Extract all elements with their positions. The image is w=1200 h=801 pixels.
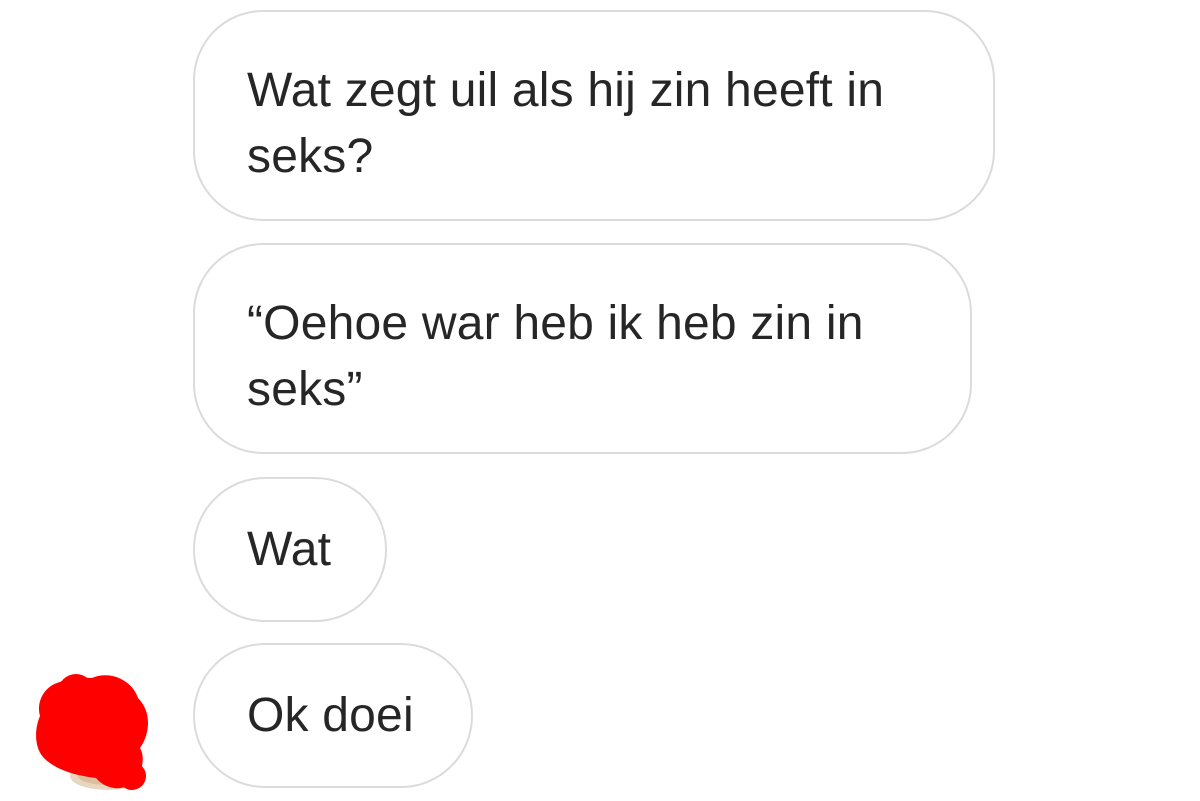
message-bubble[interactable]: Ok doei bbox=[193, 643, 473, 788]
message-text: Wat bbox=[247, 523, 332, 576]
avatar[interactable] bbox=[34, 672, 152, 792]
message-bubble[interactable]: “Oehoe war heb ik heb zin in seks” bbox=[193, 243, 972, 454]
message-text: Ok doei bbox=[247, 689, 414, 742]
message-bubble[interactable]: Wat bbox=[193, 477, 387, 622]
message-text: Wat zegt uil als hij zin heeft in seks? bbox=[247, 64, 898, 183]
message-thread: Wat zegt uil als hij zin heeft in seks? … bbox=[0, 0, 1200, 801]
message-bubble[interactable]: Wat zegt uil als hij zin heeft in seks? bbox=[193, 10, 995, 221]
message-text: “Oehoe war heb ik heb zin in seks” bbox=[247, 297, 878, 416]
redacted-avatar-icon bbox=[36, 674, 148, 790]
